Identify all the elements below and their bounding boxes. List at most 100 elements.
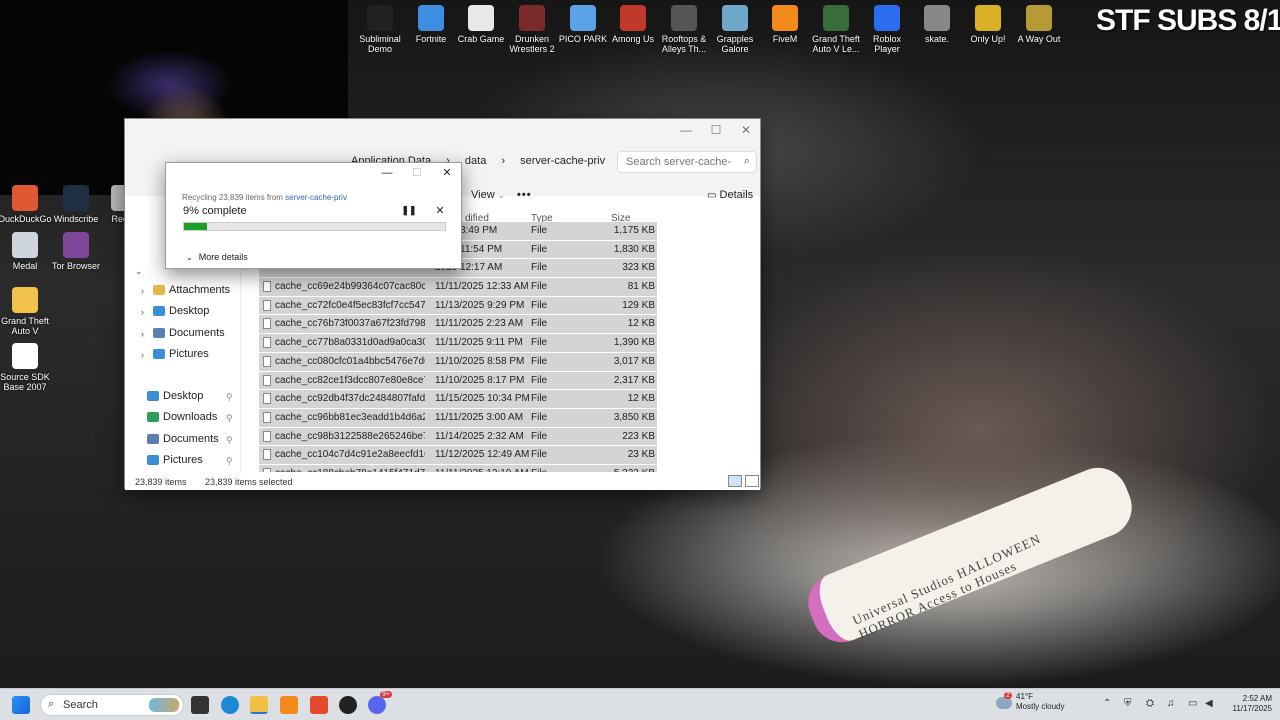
desktop-shortcut[interactable]: Drunken Wrestlers 2 — [504, 5, 560, 54]
desktop-shortcut[interactable]: Fortnite — [403, 5, 459, 44]
close-button[interactable]: ✕ — [439, 166, 455, 179]
file-row[interactable]: cache_cc96bb81ec3eadd1b4d6a24d0c027... 11… — [259, 408, 657, 428]
desktop-shortcut[interactable]: Crab Game — [453, 5, 509, 44]
desktop-shortcut[interactable]: FiveM — [757, 5, 813, 44]
volume-icon[interactable]: ◀ — [1205, 698, 1213, 709]
progress-bar — [183, 222, 446, 231]
file-row[interactable]: cache_cc69e24b99364c07cac80ca5071076... 1… — [259, 278, 657, 297]
file-row[interactable]: cache_cc104c7d4c91e2a8eecfd16b890bb... 11… — [259, 446, 657, 465]
desktop-shortcut[interactable]: Tor Browser — [48, 232, 104, 271]
clock[interactable]: 2:52 AM 11/17/2025 — [1222, 694, 1272, 714]
nav-item-desktop[interactable]: Desktop — [153, 305, 209, 317]
file-type: File — [531, 449, 548, 461]
desktop-icon — [147, 391, 159, 402]
quick-access-documents[interactable]: Documents — [147, 433, 219, 445]
quick-access-downloads[interactable]: Downloads — [147, 411, 217, 423]
search-input[interactable] — [626, 156, 731, 168]
details-pane-button[interactable]: ▭ Details — [707, 189, 753, 201]
close-button[interactable]: ✕ — [731, 123, 761, 137]
desktop-shortcut[interactable]: Medal — [0, 232, 53, 271]
file-explorer-icon[interactable] — [250, 696, 268, 714]
expand-icon[interactable]: › — [141, 350, 144, 360]
breadcrumb-item[interactable]: server-cache-priv — [520, 155, 605, 167]
nav-item-pictures[interactable]: Pictures — [153, 348, 209, 360]
desktop-shortcut[interactable]: Subliminal Demo — [352, 5, 408, 54]
desktop-shortcut[interactable]: Rooftops & Alleys Th... — [656, 5, 712, 54]
edge-icon[interactable] — [221, 696, 239, 714]
file-row[interactable]: cache_cc77b8a0331d0ad9a0ca30c0c4285... 11… — [259, 334, 657, 353]
desktop-shortcut[interactable]: Grand Theft Auto V — [0, 287, 53, 336]
security-icon[interactable]: ⛭ — [1146, 698, 1154, 709]
source-folder-link[interactable]: server-cache-priv — [285, 193, 347, 202]
expand-icon[interactable]: › — [141, 329, 144, 339]
more-options-button[interactable]: ••• — [517, 189, 532, 201]
desktop-shortcut[interactable]: Grapples Galore — [707, 5, 763, 54]
weather-icon[interactable]: 2 — [996, 692, 1012, 709]
desktop-shortcut[interactable]: DuckDuckGo — [0, 185, 53, 224]
expand-icon[interactable]: › — [141, 286, 144, 296]
minimize-button[interactable]: — — [671, 123, 701, 137]
maximize-button[interactable]: ☐ — [701, 123, 731, 137]
file-name: cache_cc69e24b99364c07cac80ca5071076... — [275, 281, 425, 293]
microphone-icon[interactable]: ♫ — [1167, 698, 1175, 709]
file-row[interactable]: cache_cc72fc0e4f5ec83fcf7cc547217934d...… — [259, 296, 657, 316]
pause-button[interactable]: ❚❚ — [401, 205, 417, 216]
desktop-shortcut[interactable]: Grand Theft Auto V Le... — [808, 5, 864, 54]
breadcrumb-item[interactable]: data — [465, 155, 486, 167]
file-date: 11/12/2025 12:49 AM — [435, 449, 530, 461]
collapse-icon[interactable]: ⌄ — [135, 266, 143, 277]
nav-item-label: Downloads — [163, 411, 218, 423]
desktop-shortcut[interactable]: Among Us — [605, 5, 661, 44]
file-size: 3,017 KB — [613, 355, 655, 367]
more-details-toggle[interactable]: ⌄ More details — [186, 252, 248, 262]
search-highlight-icon — [149, 698, 179, 712]
nav-item-documents[interactable]: Documents — [153, 327, 225, 339]
file-size: 2,317 KB — [613, 374, 655, 386]
fivem-icon[interactable] — [280, 696, 298, 714]
file-row[interactable]: cache_cc76b73f0037a67f23fd798810aaa9... 1… — [259, 315, 657, 335]
file-size: 12 KB — [627, 393, 655, 405]
nav-item-label: Attachments — [169, 284, 231, 296]
obs-icon[interactable] — [339, 696, 357, 714]
item-count: 23,839 items — [135, 477, 187, 487]
file-row[interactable]: cache_cc82ce1f3dcc807e80e8ce77f7143e... 1… — [259, 371, 657, 391]
desktop-shortcut[interactable]: Roblox Player — [859, 5, 915, 54]
desktop-shortcut[interactable]: skate. — [909, 5, 965, 44]
quick-access-desktop[interactable]: Desktop — [147, 390, 203, 402]
taskbar-search[interactable]: ⌕ Search — [40, 694, 184, 716]
desktop-shortcut-label: Source SDK Base 2007 — [0, 372, 50, 392]
breadcrumb-separator-icon: › — [501, 155, 506, 167]
tiles-view-icon[interactable] — [745, 475, 759, 487]
expand-icon[interactable]: › — [141, 307, 144, 317]
file-size: 23 KB — [627, 449, 655, 461]
app-icon — [519, 5, 545, 31]
app-icon — [12, 185, 38, 211]
desktop-shortcut[interactable]: PICO PARK — [555, 5, 611, 44]
weather-temp: 41°F — [1016, 692, 1033, 701]
file-row[interactable]: cache_cc92db4f37dc2484807fafd0b82491... 1… — [259, 390, 657, 409]
file-row[interactable]: cache_cc188cbeb78a1415f471d7bcb76f57... 1… — [259, 464, 657, 472]
desktop-shortcut[interactable]: Source SDK Base 2007 — [0, 343, 53, 392]
view-menu[interactable]: View ⌄ — [471, 189, 504, 201]
desktop-shortcut[interactable]: Only Up! — [960, 5, 1016, 44]
desktop-shortcut-label: Among Us — [611, 34, 655, 44]
quick-access-pictures[interactable]: Pictures — [147, 454, 203, 466]
app-icon — [367, 5, 393, 31]
discord-icon[interactable]: 9+ — [368, 691, 392, 714]
nav-item-attachments[interactable]: Attachments — [153, 284, 230, 296]
details-view-icon[interactable] — [728, 475, 742, 487]
file-type: File — [531, 468, 571, 472]
chevron-up-icon[interactable]: ⌃ — [1103, 698, 1111, 709]
brave-icon[interactable] — [310, 696, 328, 714]
file-row[interactable]: cache_cc080cfc01a4bbc5476e7d6ef16250... 1… — [259, 352, 657, 372]
start-windows-icon[interactable] — [12, 696, 30, 714]
file-row[interactable]: cache_cc98b3122588e265246be7771ce47... 11… — [259, 427, 657, 447]
network-icon[interactable]: ▭ — [1188, 698, 1197, 709]
cancel-button[interactable]: ✕ — [432, 204, 448, 217]
weather-widget[interactable]: 41°F Mostly cloudy — [1016, 692, 1064, 712]
search-box[interactable]: ⌕ — [617, 151, 757, 173]
minimize-button[interactable]: — — [379, 167, 395, 179]
defender-icon[interactable]: ⛨ — [1124, 698, 1132, 709]
desktop-shortcut[interactable]: A Way Out — [1011, 5, 1067, 44]
task-view-icon[interactable] — [191, 696, 209, 714]
